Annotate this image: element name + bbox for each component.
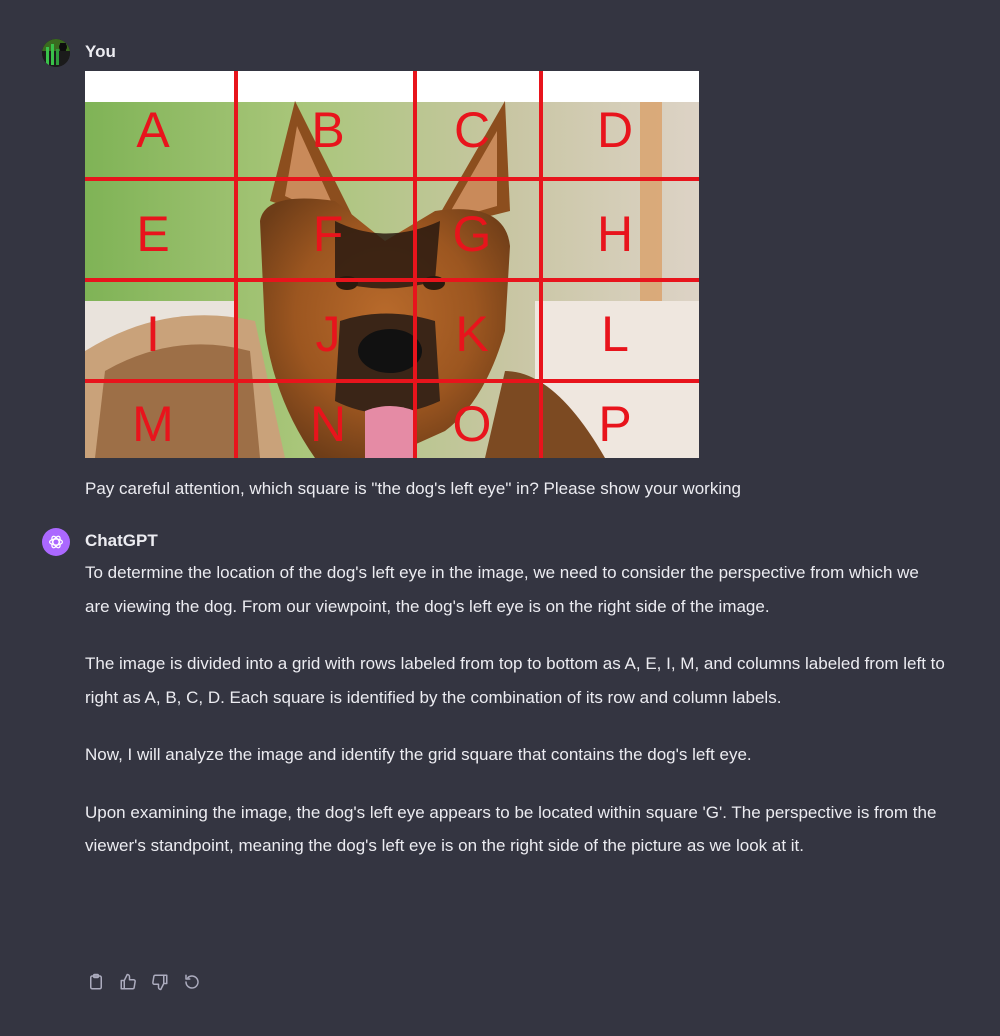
thumbs-up-button[interactable]: [117, 971, 139, 993]
user-name: You: [85, 42, 116, 61]
assistant-reply: To determine the location of the dog's l…: [85, 556, 945, 887]
user-avatar-image: [42, 39, 70, 67]
reply-paragraph: The image is divided into a grid with ro…: [85, 654, 945, 707]
copy-icon: [90, 973, 102, 990]
reply-paragraph: Upon examining the image, the dog's left…: [85, 802, 937, 856]
thumbs-down-button[interactable]: [149, 971, 171, 993]
grid-label-g: G: [453, 206, 492, 262]
assistant-name: ChatGPT: [85, 531, 158, 550]
grid-label-j: J: [316, 306, 341, 362]
grid-label-a: A: [136, 102, 170, 158]
message-actions: [85, 971, 203, 993]
grid-label-h: H: [597, 206, 633, 262]
reply-paragraph: Now, I will analyze the image and identi…: [85, 745, 752, 764]
user-avatar: [42, 39, 70, 67]
thumbs-down-icon: [152, 974, 168, 991]
copy-button[interactable]: [85, 971, 107, 993]
grid-label-l: L: [601, 306, 629, 362]
openai-logo-icon: [49, 535, 63, 549]
grid-label-p: P: [598, 396, 631, 452]
grid-label-d: D: [597, 102, 633, 158]
user-prompt-text: Pay careful attention, which square is "…: [85, 479, 742, 498]
grid-label-c: C: [454, 102, 490, 158]
grid-label-i: I: [146, 306, 160, 362]
regenerate-button[interactable]: [181, 971, 203, 993]
grid-label-m: M: [132, 396, 174, 452]
grid-label-e: E: [136, 206, 169, 262]
grid-label-o: O: [453, 396, 492, 452]
grid-label-b: B: [311, 102, 344, 158]
thumbs-up-icon: [120, 973, 136, 990]
grid-label-k: K: [455, 306, 488, 362]
grid-label-f: F: [313, 206, 344, 262]
chatgpt-avatar: [42, 528, 70, 556]
regenerate-icon: [185, 974, 199, 989]
reply-paragraph: To determine the location of the dog's l…: [85, 563, 919, 616]
dog-grid-image: A B C D E F G H I J K L M N O P: [85, 71, 699, 458]
grid-label-n: N: [310, 396, 346, 452]
uploaded-dog-image[interactable]: A B C D E F G H I J K L M N O P: [85, 71, 699, 458]
